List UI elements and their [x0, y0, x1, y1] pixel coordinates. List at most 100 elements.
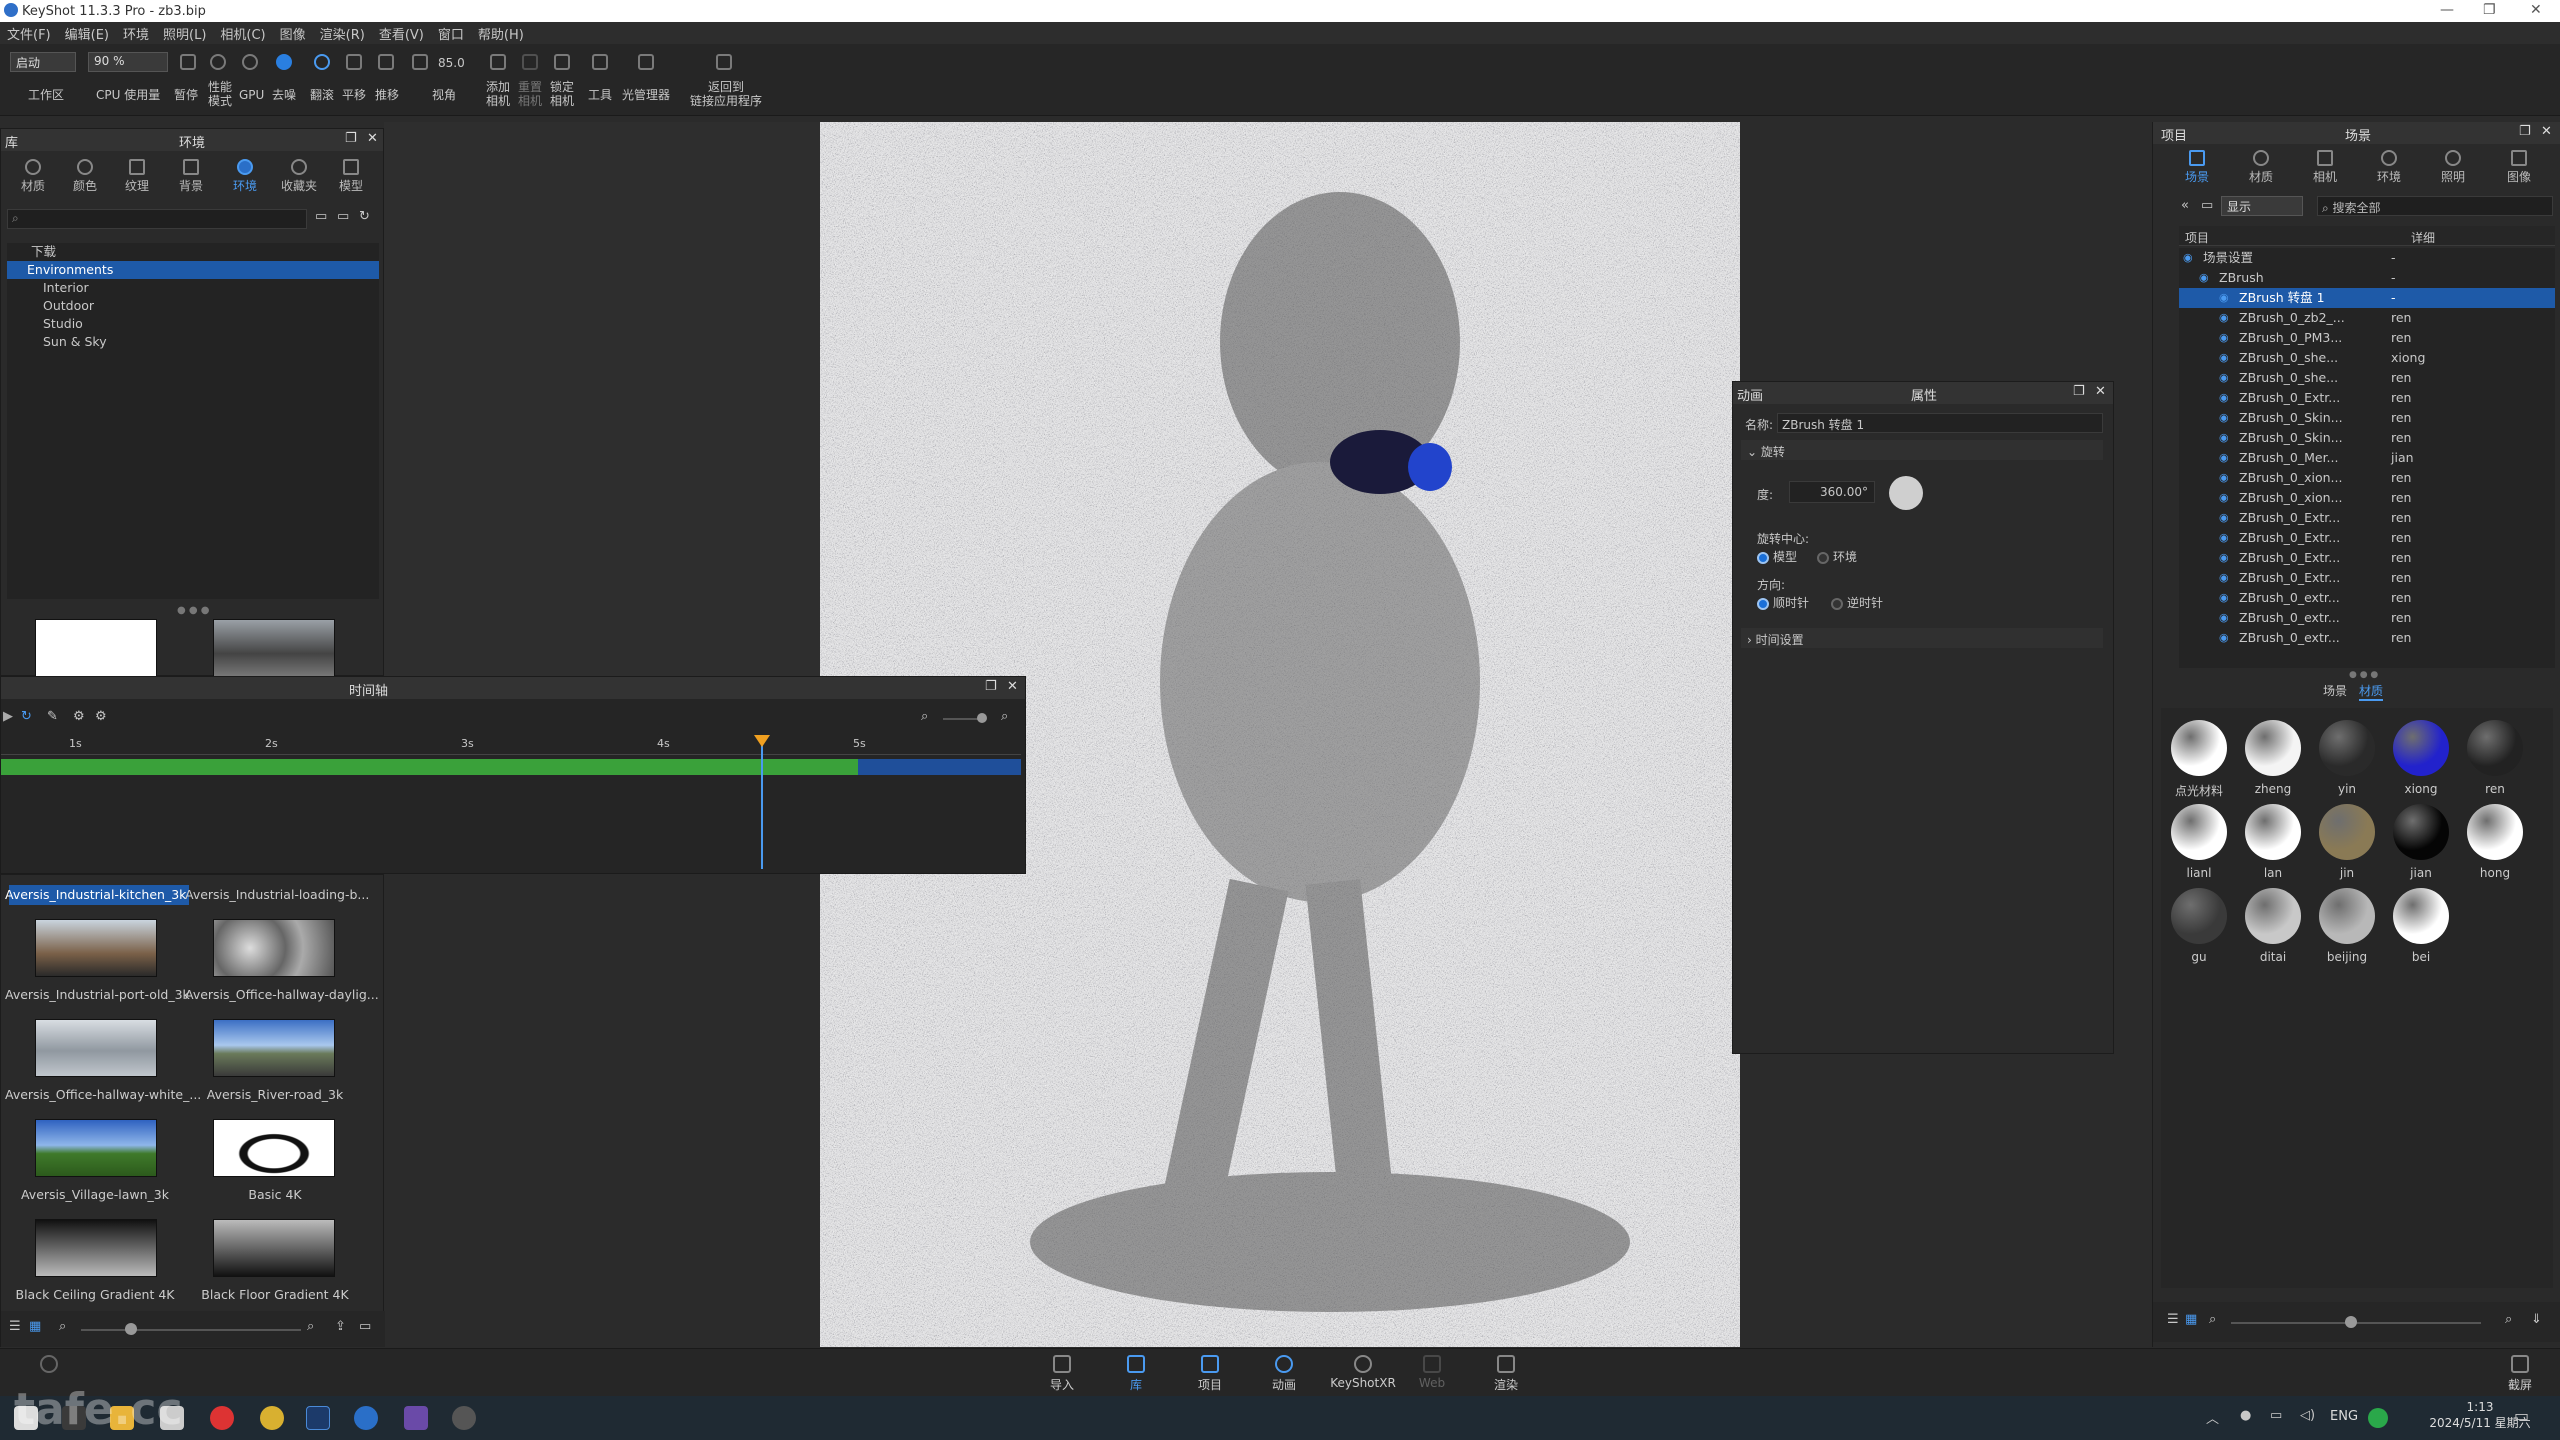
denoise-icon[interactable] — [276, 54, 292, 70]
scene-tree-row[interactable]: ◉ ZBrush_0_Skin... ren — [2179, 408, 2555, 428]
visibility-eye-icon[interactable]: ◉ — [2219, 428, 2229, 448]
env-thumb[interactable] — [35, 1019, 157, 1077]
zoom-in-icon[interactable]: ⌕ — [307, 1319, 314, 1334]
env-thumb[interactable] — [213, 1219, 335, 1277]
library-tab-materials[interactable]: 材质 — [15, 159, 51, 194]
project-tab-environment[interactable]: 环境 — [2371, 150, 2407, 185]
scene-tree-row[interactable]: ◉ ZBrush_0_Extr... ren — [2179, 388, 2555, 408]
visibility-eye-icon[interactable]: ◉ — [2183, 248, 2193, 268]
subtab-materials[interactable]: 材质 — [2359, 682, 2384, 701]
subtab-scene[interactable]: 场景 — [2323, 682, 2347, 699]
brush-icon[interactable]: ✎ — [47, 709, 58, 724]
degree-input[interactable]: 360.00° — [1789, 481, 1875, 503]
reset-camera-icon[interactable] — [522, 54, 538, 70]
thumb-caption[interactable]: Aversis_River-road_3k — [185, 1087, 365, 1102]
back-to-link-icon[interactable] — [716, 54, 732, 70]
mode-select[interactable]: 启动 — [10, 52, 76, 72]
lock-camera-button[interactable]: 锁定 相机 — [550, 80, 574, 108]
timeline-ruler[interactable]: 1s 2s 3s 4s 5s — [1, 737, 1021, 755]
scene-tree-row[interactable]: ◉ ZBrush_0_extr... ren — [2179, 628, 2555, 648]
scene-tree-row[interactable]: ◉ ZBrush_0_Extr... ren — [2179, 568, 2555, 588]
tree-item-studio[interactable]: Studio — [7, 315, 379, 333]
splitter-handle[interactable]: ● ● ● — [2349, 670, 2378, 680]
zoom-out-icon[interactable]: ⌕ — [921, 709, 928, 724]
scene-search-input[interactable]: ⌕ 搜索全部 — [2317, 196, 2553, 216]
menu-edit[interactable]: 编辑(E) — [65, 24, 109, 43]
visibility-eye-icon[interactable]: ◉ — [2219, 588, 2229, 608]
menu-lighting[interactable]: 照明(L) — [163, 24, 206, 43]
tray-app-icon[interactable]: ● — [2240, 1408, 2251, 1423]
library-tab-favorites[interactable]: 收藏夹 — [279, 159, 319, 194]
pan-button[interactable]: 平移 — [342, 88, 366, 102]
list-view-icon[interactable]: ☰ — [9, 1319, 21, 1334]
wechat-icon[interactable] — [2368, 1408, 2388, 1428]
timeline-close-icon[interactable]: ✕ — [1007, 679, 1018, 694]
thumb-caption[interactable]: Black Floor Gradient 4K — [185, 1287, 365, 1302]
tools-button[interactable]: 工具 — [588, 88, 612, 102]
visibility-eye-icon[interactable]: ◉ — [2219, 328, 2229, 348]
material-swatch[interactable]: gu — [2169, 888, 2229, 964]
folder-icon[interactable]: ▭ — [315, 209, 327, 224]
zoom-in-icon[interactable]: ⌕ — [1001, 709, 1008, 724]
zoom-out-icon[interactable]: ⌕ — [59, 1319, 66, 1334]
menu-camera[interactable]: 相机(C) — [220, 24, 265, 43]
project-button[interactable]: 项目 — [1180, 1355, 1240, 1393]
cpu-usage-button[interactable]: CPU 使用量 — [96, 88, 160, 102]
settings-icon[interactable]: ⚙ — [73, 709, 85, 724]
material-swatch[interactable]: yin — [2317, 720, 2377, 796]
timeline-zoom-handle[interactable] — [977, 713, 987, 723]
visibility-eye-icon[interactable]: ◉ — [2199, 268, 2209, 288]
thumb-size-slider[interactable] — [81, 1329, 301, 1331]
library-float-icon[interactable]: ❐ — [345, 131, 357, 146]
material-swatch[interactable]: lan — [2243, 804, 2303, 880]
lock-camera-icon[interactable] — [554, 54, 570, 70]
list-view-icon[interactable]: ☰ — [2167, 1312, 2179, 1327]
material-swatch[interactable]: hong — [2465, 804, 2525, 880]
gpu-button[interactable]: GPU — [239, 88, 264, 102]
scene-tree-row[interactable]: ◉ ZBrush_0_Extr... ren — [2179, 548, 2555, 568]
thumb-caption[interactable]: Aversis_Office-hallway-daylig... — [185, 987, 379, 1002]
add-camera-icon[interactable] — [490, 54, 506, 70]
thumb-caption[interactable]: Aversis_Office-hallway-white_... — [5, 1087, 201, 1102]
minimize-icon[interactable]: — — [2440, 2, 2454, 18]
maximize-icon[interactable]: ❐ — [2483, 2, 2496, 18]
direction-option-counterclockwise[interactable]: 逆时针 — [1831, 594, 1883, 611]
material-swatch[interactable]: lianl — [2169, 804, 2229, 880]
network-icon[interactable]: ▭ — [2270, 1408, 2282, 1423]
loop-icon[interactable]: ↻ — [21, 709, 32, 724]
scene-tree-row[interactable]: ◉ ZBrush_0_extr... ren — [2179, 588, 2555, 608]
rotate-section-header[interactable]: ⌄ 旋转 — [1741, 440, 2103, 460]
visibility-eye-icon[interactable]: ◉ — [2219, 508, 2229, 528]
visibility-eye-icon[interactable]: ◉ — [2219, 448, 2229, 468]
name-field[interactable]: ZBrush 转盘 1 — [1777, 413, 2103, 433]
rotate-icon[interactable] — [314, 54, 330, 70]
env-thumb[interactable] — [35, 919, 157, 977]
folder-add-icon[interactable]: ▭ — [337, 209, 349, 224]
upload-icon[interactable]: ⇪ — [335, 1319, 346, 1334]
view-angle-button[interactable]: 视角 — [432, 88, 456, 102]
playhead[interactable] — [753, 735, 770, 869]
time-settings-section-header[interactable]: › 时间设置 — [1741, 628, 2103, 648]
tree-item-interior[interactable]: Interior — [7, 279, 379, 297]
gear-multi-icon[interactable]: ⚙ — [95, 709, 107, 724]
keyshotxr-button[interactable]: KeyShotXR — [1328, 1355, 1398, 1390]
scene-tree-row[interactable]: ◉ ZBrush_0_xion... ren — [2179, 468, 2555, 488]
material-swatch[interactable]: jin — [2317, 804, 2377, 880]
library-tab-environments[interactable]: 环境 — [227, 159, 263, 194]
visibility-eye-icon[interactable]: ◉ — [2219, 568, 2229, 588]
play-icon[interactable]: ▶ — [3, 709, 13, 724]
render-button[interactable]: 渲染 — [1476, 1355, 1536, 1393]
thumb-caption[interactable]: Basic 4K — [185, 1187, 365, 1202]
degree-dial[interactable] — [1889, 476, 1923, 510]
project-tab-image[interactable]: 图像 — [2501, 150, 2537, 185]
project-tab-materials[interactable]: 材质 — [2243, 150, 2279, 185]
visibility-eye-icon[interactable]: ◉ — [2219, 408, 2229, 428]
animation-track-active[interactable] — [1, 759, 858, 775]
tree-item-downloads[interactable]: 下载 — [7, 243, 379, 261]
scene-tree-row[interactable]: ◉ ZBrush_0_extr... ren — [2179, 608, 2555, 628]
folder-open-icon[interactable]: ▭ — [359, 1319, 371, 1334]
volume-icon[interactable]: ◁) — [2300, 1408, 2315, 1423]
material-swatch[interactable]: 点光材料 — [2169, 720, 2229, 799]
collapse-left-icon[interactable]: « — [2181, 198, 2189, 213]
env-thumb-white[interactable] — [35, 619, 157, 677]
